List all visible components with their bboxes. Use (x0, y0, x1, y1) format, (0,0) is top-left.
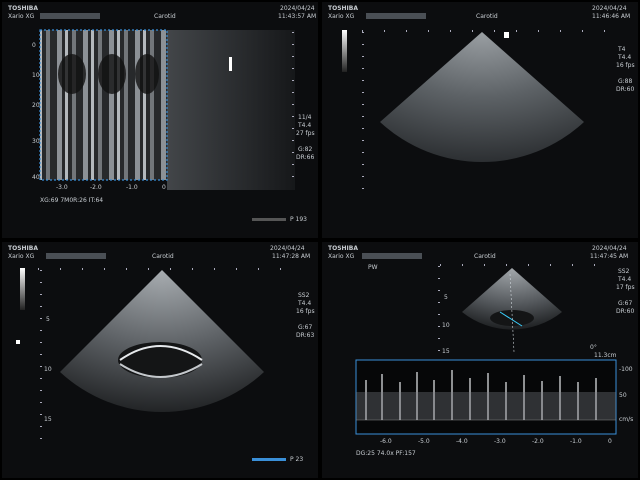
sector-image (16, 270, 264, 413)
ultrasound-panel-vessel: TOSHIBA Xario XG Carotid 2024/04/24 11:4… (2, 242, 318, 478)
param-line: G:67 (618, 300, 633, 307)
time-tick-label: -1.0 (570, 438, 582, 445)
time-tick-label: -3.0 (56, 184, 68, 191)
velocity-label: 50 (619, 392, 627, 399)
mmode-settings: XG:69 7M0R:26 IT:64 (40, 197, 104, 204)
time-tick-label: -2.0 (532, 438, 544, 445)
param-line: SS2 (618, 268, 630, 275)
gate-depth-label: 11.3cm (594, 352, 617, 359)
sector-image (380, 32, 584, 163)
ultrasound-panel-mmode: TOSHIBA Xario XG Carotid 2024/04/24 11:4… (2, 2, 318, 238)
velocity-label: -100 (619, 366, 633, 373)
progress-bar (252, 458, 286, 461)
ultrasound-panel-sector: TOSHIBA Xario XG Carotid 2024/04/24 11:4… (322, 2, 638, 238)
time-tick-label: -5.0 (418, 438, 430, 445)
depth-label: 20 (32, 102, 40, 109)
param-line: SS2 (298, 292, 310, 299)
progress-bar (252, 218, 286, 221)
param-line: 17 fps (616, 284, 635, 291)
depth-label: 40 (32, 174, 40, 181)
param-line: DR:60 (616, 86, 635, 93)
time-tick-label: -6.0 (380, 438, 392, 445)
duplex-image (355, 268, 617, 435)
time-tick-label: 0 (608, 438, 612, 445)
param-line: T4.4 (298, 300, 312, 307)
param-line: T4 (618, 46, 626, 53)
param-line: T4.4 (618, 276, 632, 283)
angle-label: 0° (590, 344, 597, 351)
param-line: 27 fps (296, 130, 315, 137)
param-line: 11/4 (298, 114, 312, 121)
param-line: 16 fps (296, 308, 315, 315)
depth-label: 0 (32, 42, 36, 49)
frame-counter: P 23 (290, 456, 304, 463)
param-line: G:82 (298, 146, 313, 153)
doppler-settings: DG:25 74.0x PF:157 (356, 450, 416, 457)
depth-scale (292, 32, 294, 182)
param-line: T4.4 (298, 122, 312, 129)
param-line: DR:66 (296, 154, 315, 161)
param-line: T4.4 (618, 54, 632, 61)
param-line: DR:60 (616, 308, 635, 315)
param-line: G:67 (298, 324, 313, 331)
param-line: DR:63 (296, 332, 315, 339)
time-tick-label: -2.0 (90, 184, 102, 191)
velocity-label: cm/s (619, 416, 634, 423)
depth-label: 30 (32, 138, 40, 145)
param-line: G:88 (618, 78, 633, 85)
param-line: 16 fps (616, 62, 635, 69)
time-tick-label: 0 (162, 184, 166, 191)
frame-counter: P 193 (290, 216, 307, 223)
time-tick-label: -1.0 (126, 184, 138, 191)
time-tick-label: -3.0 (494, 438, 506, 445)
time-tick-label: -4.0 (456, 438, 468, 445)
ultrasound-panel-doppler: TOSHIBA Xario XG Carotid 2024/04/24 11:4… (322, 242, 638, 478)
depth-label: 10 (32, 72, 40, 79)
